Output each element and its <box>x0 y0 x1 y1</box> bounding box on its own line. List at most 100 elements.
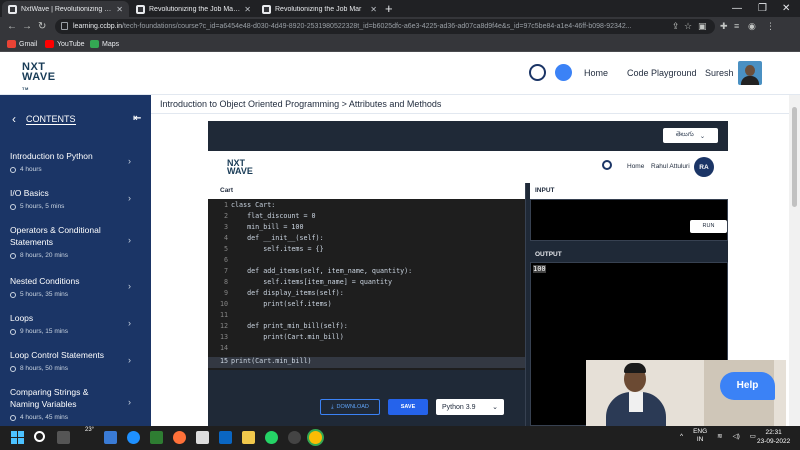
close-window-icon[interactable]: ✕ <box>782 0 790 17</box>
clock-icon <box>10 365 16 372</box>
code-line: def display_items(self): <box>231 289 344 297</box>
chevron-right-icon: › <box>128 318 131 328</box>
sidebar-module[interactable]: Loops 9 hours, 15 mins › <box>10 312 145 335</box>
sidebar <box>0 95 151 426</box>
page-scrollbar[interactable] <box>789 95 800 426</box>
sidebar-module[interactable]: Operators & Conditional Statements 8 hou… <box>10 224 145 259</box>
clock-icon <box>10 291 16 298</box>
whatsapp-icon[interactable] <box>265 431 278 444</box>
video-icon[interactable]: ▣ <box>698 17 707 36</box>
bookmarks-bar <box>0 36 800 52</box>
avatar[interactable] <box>738 61 762 85</box>
breadcrumb: Introduction to Object Oriented Programm… <box>160 99 442 109</box>
system-tray[interactable]: ^ ENG IN ≋ ◁) ▭ <box>680 428 756 444</box>
download-icon: ⤓ <box>331 403 334 410</box>
menu-dots-icon[interactable]: ⋮ <box>766 17 775 36</box>
nav-home[interactable]: Home <box>584 68 608 78</box>
edge-icon[interactable] <box>127 431 140 444</box>
python-version-select[interactable]: Python 3.9 ⌄ <box>436 399 504 415</box>
forward-icon[interactable]: → <box>22 17 32 36</box>
bookmark-gmail[interactable]: Gmail <box>7 36 37 52</box>
code-line: class Cart: <box>231 201 276 209</box>
lock-icon[interactable] <box>61 22 68 30</box>
code-line: min_bill = 100 <box>231 223 304 231</box>
embedded-nav-home: Home <box>627 163 645 170</box>
contents-toggle[interactable]: ‹ CONTENTS <box>12 112 76 126</box>
bookmark-maps[interactable]: Maps <box>90 36 119 52</box>
dropbox-icon[interactable] <box>219 431 232 444</box>
chrome-icon[interactable] <box>309 431 322 444</box>
embedded-header <box>208 151 728 183</box>
firefox-icon[interactable] <box>173 431 186 444</box>
nav-code-playground[interactable]: Code Playground <box>627 68 697 78</box>
nxtwave-logo[interactable]: NXT WAVE TM <box>22 62 62 94</box>
windows-start-icon[interactable] <box>11 431 24 444</box>
widgets-icon[interactable] <box>104 431 117 444</box>
media-player-icon[interactable] <box>288 431 301 444</box>
chevron-right-icon: › <box>128 397 131 407</box>
restore-icon[interactable]: ❐ <box>758 0 767 17</box>
collapse-sidebar-icon[interactable]: ⇤ <box>133 113 141 124</box>
battery-icon: ▭ <box>749 433 756 440</box>
sidebar-module[interactable]: Comparing Strings & Naming Variables 4 h… <box>10 386 145 421</box>
close-icon[interactable]: ✕ <box>116 5 123 14</box>
sidebar-module[interactable]: Loop Control Statements 8 hours, 50 mins… <box>10 349 145 372</box>
chevron-right-icon: › <box>128 193 131 203</box>
share-icon[interactable]: ⇪ <box>672 17 680 36</box>
code-line: self.items[item_name] = quantity <box>231 278 393 286</box>
code-editor[interactable]: 1 2 3 4 5 6 7 8 9 10 11 12 13 14 15 clas… <box>208 199 525 370</box>
save-button[interactable]: SAVE <box>388 399 428 415</box>
embedded-nxtwave-logo: NXT WAVE <box>227 158 253 176</box>
browser-tab[interactable]: Revolutionizing the Job Market | ✕ <box>130 1 257 17</box>
address-bar[interactable]: learning.ccbp.in/tech-foundations/course… <box>55 19 715 34</box>
clock-icon <box>10 328 16 335</box>
browser-tab[interactable]: NxtWave | Revolutionizing the Job ✕ <box>2 1 129 17</box>
sidebar-module[interactable]: Nested Conditions 5 hours, 35 mins › <box>10 275 145 298</box>
sidebar-module[interactable]: Introduction to Python 4 hours › <box>10 150 145 173</box>
minimize-icon[interactable]: — <box>732 0 742 17</box>
bookmark-youtube[interactable]: YouTube <box>45 36 85 52</box>
clock-icon <box>10 252 16 259</box>
task-view-icon[interactable] <box>57 431 70 444</box>
reload-icon[interactable]: ↻ <box>38 17 46 36</box>
profile-icon[interactable]: ◉ <box>748 17 756 36</box>
browser-tab[interactable]: Revolutionizing the Job Mar ✕ <box>256 1 383 17</box>
chevron-right-icon: › <box>128 156 131 166</box>
chevron-right-icon: › <box>128 281 131 291</box>
close-icon[interactable]: ✕ <box>244 5 251 14</box>
bookmark-star-icon[interactable]: ☆ <box>684 17 692 36</box>
back-icon[interactable]: ← <box>7 17 17 36</box>
weather-widget[interactable]: 23° <box>85 427 94 433</box>
reading-list-icon[interactable]: ≡ <box>734 17 739 36</box>
nxtwave-favicon-icon <box>262 4 271 14</box>
store-icon[interactable] <box>150 431 163 444</box>
chevron-right-icon: › <box>128 235 131 245</box>
embedded-timer-icon <box>602 160 612 170</box>
search-icon[interactable] <box>34 431 45 442</box>
new-tab-button[interactable]: + <box>385 0 393 17</box>
code-line: def add_items(self, item_name, quantity)… <box>231 267 413 275</box>
youtube-icon <box>45 40 54 48</box>
code-line: flat_discount = 0 <box>231 212 316 220</box>
language-select[interactable]: తెలుగు ⌄ <box>663 128 718 143</box>
extensions-icon[interactable]: ✚ <box>720 17 728 36</box>
chevron-left-icon: ‹ <box>12 112 16 126</box>
user-name[interactable]: Suresh <box>705 68 734 78</box>
run-button[interactable]: RUN <box>690 220 727 233</box>
code-line: print(self.items) <box>231 300 332 308</box>
app-icon[interactable] <box>196 431 209 444</box>
gmail-icon <box>7 40 16 48</box>
sidebar-module[interactable]: I/O Basics 5 hours, 5 mins › <box>10 187 145 210</box>
clock-icon <box>10 166 16 173</box>
chat-icon[interactable] <box>555 64 572 81</box>
embedded-user-name: Rahul Attuluri <box>651 163 690 170</box>
chevron-down-icon: ⌄ <box>492 404 498 411</box>
file-explorer-icon[interactable] <box>242 431 255 444</box>
timer-icon[interactable] <box>529 64 546 81</box>
code-line: def __init__(self): <box>231 234 324 242</box>
close-icon[interactable]: ✕ <box>370 5 377 14</box>
taskbar-clock[interactable]: 22:31 23-09-2022 <box>757 428 790 446</box>
volume-icon: ◁) <box>732 433 740 440</box>
download-button[interactable]: ⤓ DOWNLOAD <box>320 399 380 415</box>
help-button[interactable]: Help <box>720 372 775 400</box>
